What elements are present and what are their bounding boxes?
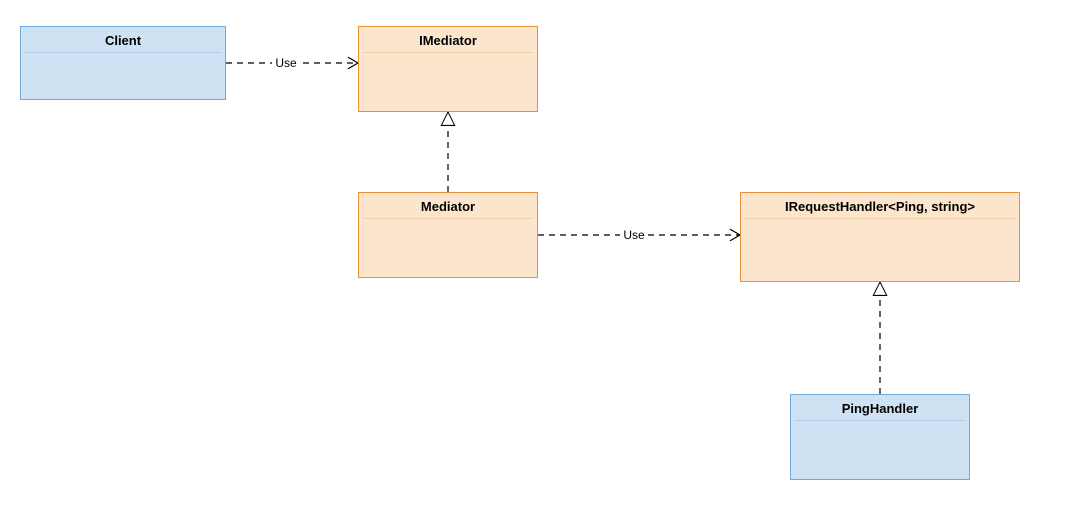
class-client-title: Client xyxy=(21,27,225,52)
class-pinghandler-separator xyxy=(795,420,965,421)
edge-label-bg xyxy=(620,227,648,243)
class-client-separator xyxy=(25,52,221,53)
class-mediator-title: Mediator xyxy=(359,193,537,218)
edge-label-bg xyxy=(272,55,300,71)
interface-imediator-separator xyxy=(363,52,533,53)
class-pinghandler[interactable]: PingHandler xyxy=(790,394,970,480)
edge-label-mediator-ireq: Use xyxy=(623,228,645,242)
class-client[interactable]: Client xyxy=(20,26,226,100)
interface-irequesthandler-separator xyxy=(745,218,1015,219)
class-pinghandler-title: PingHandler xyxy=(791,395,969,420)
interface-imediator-title: IMediator xyxy=(359,27,537,52)
edge-label-client-imediator: Use xyxy=(275,56,297,70)
interface-irequesthandler-title: IRequestHandler<Ping, string> xyxy=(741,193,1019,218)
interface-irequesthandler[interactable]: IRequestHandler<Ping, string> xyxy=(740,192,1020,282)
class-mediator-separator xyxy=(363,218,533,219)
class-mediator[interactable]: Mediator xyxy=(358,192,538,278)
interface-imediator[interactable]: IMediator xyxy=(358,26,538,112)
